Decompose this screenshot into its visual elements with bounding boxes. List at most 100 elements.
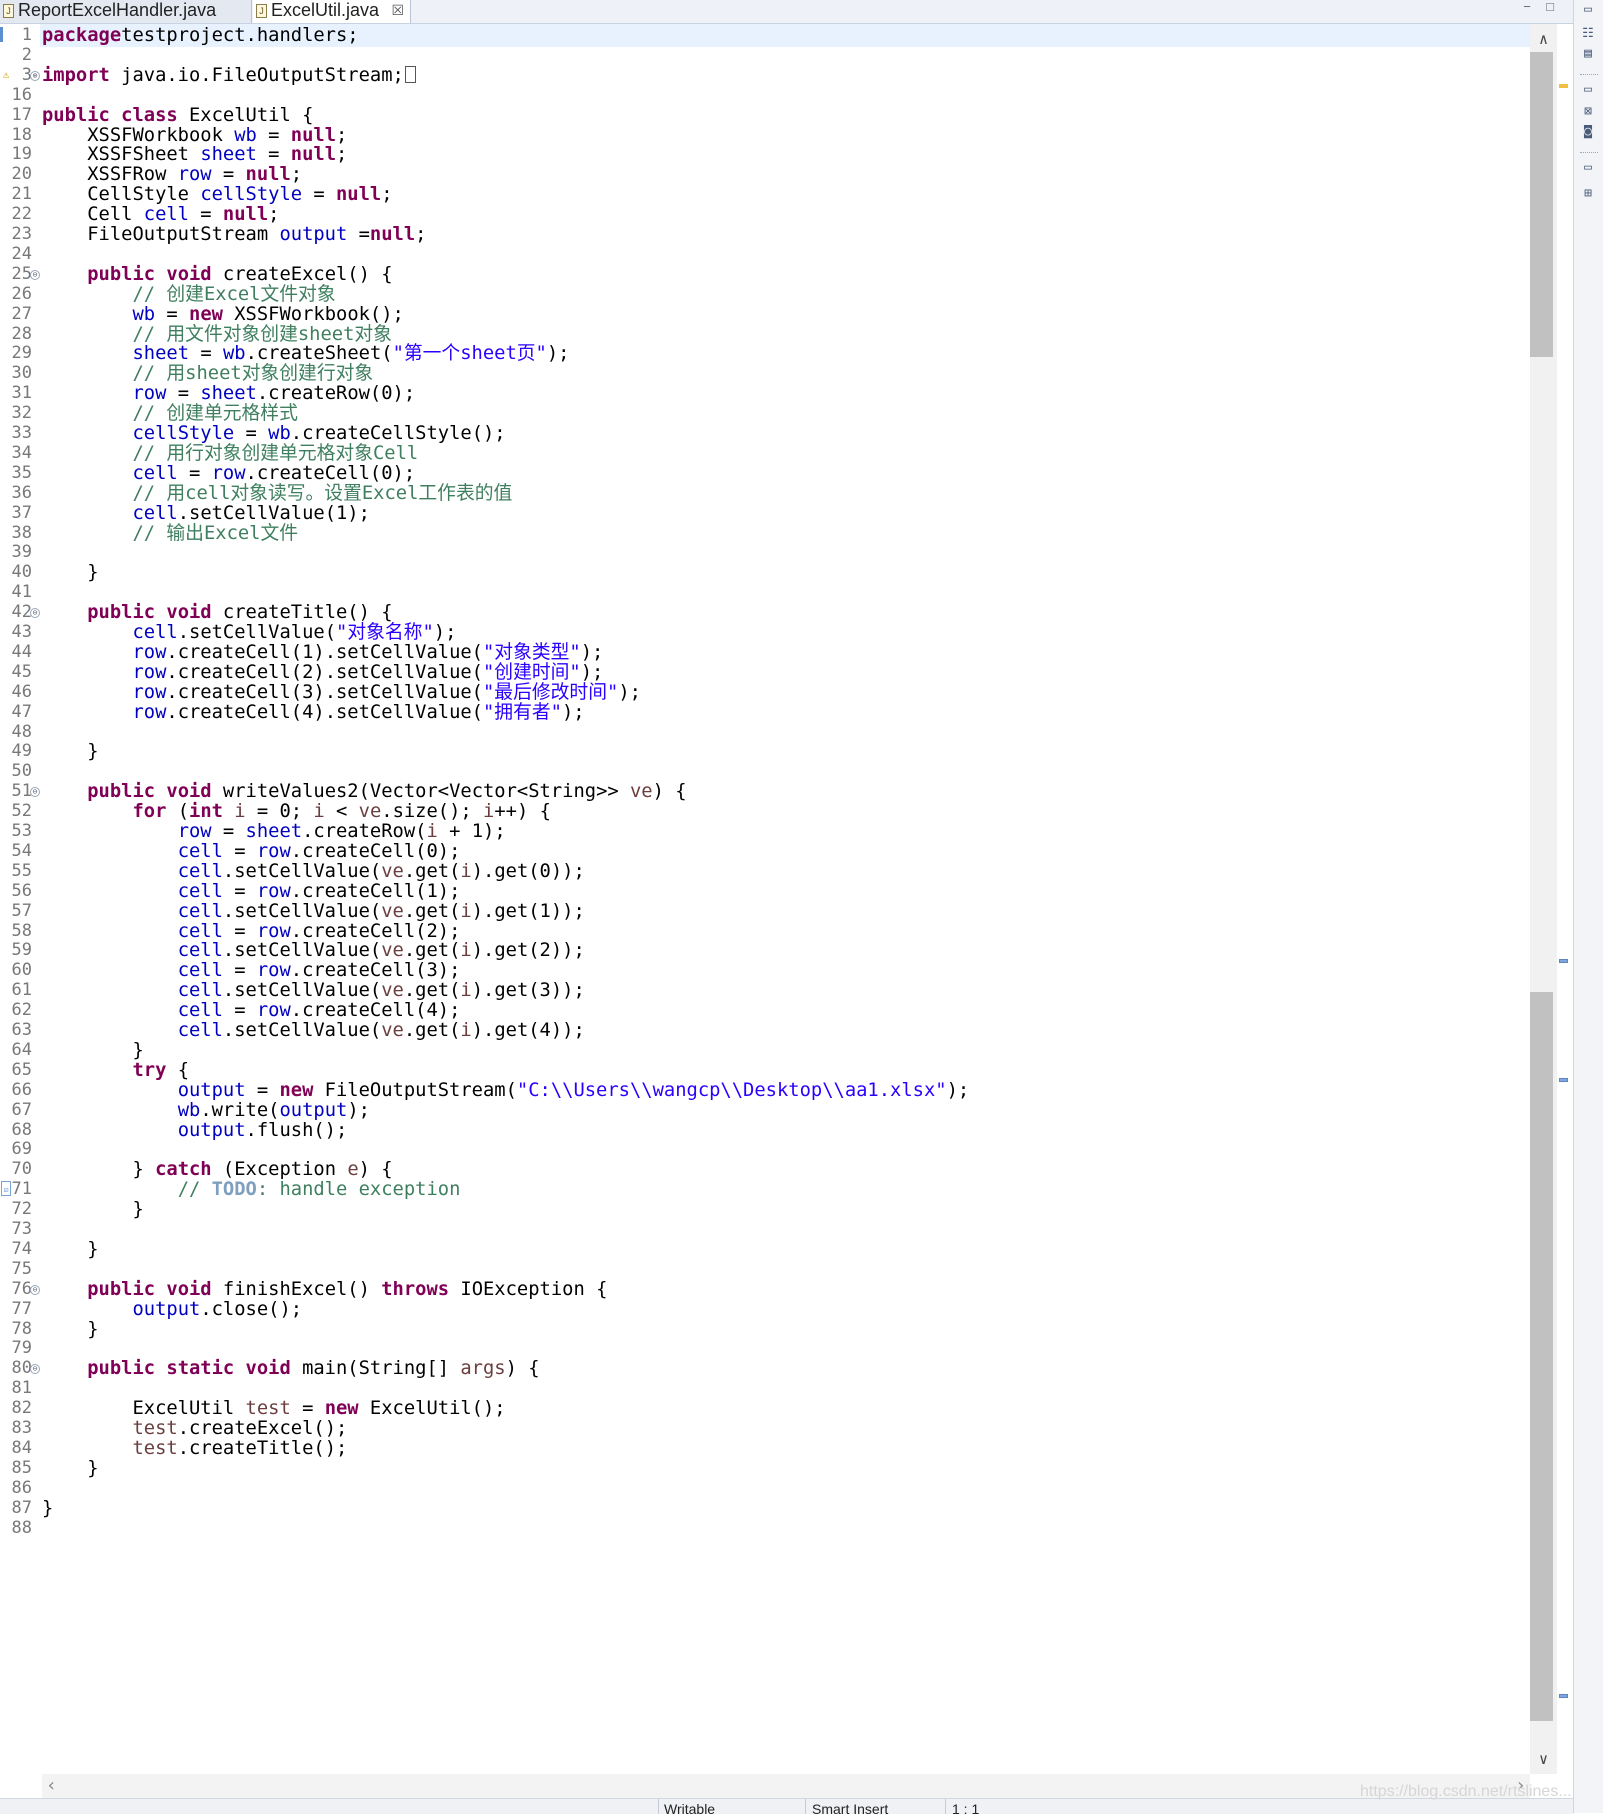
- status-insert-mode[interactable]: Smart Insert: [812, 1800, 888, 1814]
- field: row: [256, 880, 291, 902]
- horizontal-scrollbar[interactable]: ‹ ›: [42, 1774, 1530, 1798]
- outline-icon[interactable]: ☷: [1580, 26, 1596, 42]
- local-variable: i: [313, 801, 325, 823]
- status-writable: Writable: [664, 1801, 716, 1814]
- code-text: ;: [336, 144, 348, 166]
- problems-icon[interactable]: ⊠: [1580, 104, 1596, 120]
- tab-excel-util[interactable]: J ExcelUtil.java ☒: [253, 0, 411, 23]
- fold-collapse-icon[interactable]: ⊖: [30, 787, 40, 798]
- scroll-down-icon[interactable]: ∨: [1530, 1750, 1557, 1768]
- field: cell: [177, 840, 223, 862]
- code-text: ExcelUtil: [42, 1398, 246, 1420]
- code-text: .createCell(2).setCellValue(: [166, 661, 483, 683]
- minimize-icon[interactable]: ▭: [1580, 82, 1596, 98]
- code-line[interactable]: }: [42, 740, 99, 763]
- code-text: );: [347, 1099, 370, 1121]
- minimize-icon[interactable]: ▭: [1580, 2, 1596, 18]
- code-text: );: [580, 661, 604, 683]
- fold-expand-icon[interactable]: ⊕: [30, 70, 40, 81]
- code-text: }: [42, 1318, 99, 1340]
- code-text: ) {: [358, 1159, 393, 1181]
- fold-collapse-icon[interactable]: ⊖: [30, 1284, 40, 1295]
- tab-report-excel-handler[interactable]: J ReportExcelHandler.java: [0, 0, 252, 23]
- code-text: <: [324, 801, 359, 823]
- code-text: .createRow(: [302, 821, 427, 842]
- keyword: public void: [87, 263, 212, 285]
- code-text: );: [561, 701, 585, 723]
- code-text: }: [42, 1199, 144, 1221]
- comment: // 用行对象创建单元格对象Cell: [132, 442, 419, 464]
- code-line[interactable]: public static void main(String[] args) {: [42, 1357, 539, 1380]
- code-text: .setCellValue(: [222, 900, 382, 922]
- code-line[interactable]: FileOutputStream output =null;: [42, 223, 426, 246]
- code-line[interactable]: }: [42, 561, 99, 584]
- occurrence-marker[interactable]: [1559, 1077, 1568, 1082]
- code-text: }: [42, 741, 99, 763]
- field: output: [132, 1298, 201, 1320]
- field: row: [132, 383, 167, 405]
- code-line[interactable]: row.createCell(4).setCellValue("拥有者");: [42, 701, 585, 724]
- occurrence-marker[interactable]: [1559, 958, 1568, 963]
- keyword: null: [369, 224, 416, 245]
- console-icon[interactable]: ◙: [1580, 124, 1596, 140]
- minimize-icon[interactable]: −: [1520, 0, 1534, 15]
- vertical-scrollbar[interactable]: ∧ ∨: [1530, 24, 1557, 1774]
- tab-label: ReportExcelHandler.java: [18, 0, 217, 20]
- occurrence-marker[interactable]: [1559, 1694, 1568, 1699]
- scroll-up-icon[interactable]: ∧: [1530, 30, 1557, 48]
- warning-marker[interactable]: [1559, 83, 1568, 88]
- code-text: =: [177, 462, 212, 484]
- minimize-icon[interactable]: ▭: [1580, 160, 1596, 176]
- code-line[interactable]: }: [42, 1457, 98, 1480]
- code-text: .createCell(0);: [290, 840, 461, 862]
- scroll-left-icon[interactable]: ‹: [46, 1774, 62, 1798]
- fold-collapse-icon[interactable]: ⊖: [30, 269, 40, 280]
- keyword: new: [279, 1079, 314, 1101]
- code-text: =: [347, 224, 370, 245]
- code-text: ).get(0));: [471, 860, 585, 882]
- scroll-thumb-lower[interactable]: [1530, 992, 1553, 1721]
- code-editor[interactable]: 1 2 3 ⊕ ⚠ 16 17 18 19 20 21 22 23 24 25 ⊖ 26 27 28 29 30 31 32…: [0, 24, 1530, 1774]
- code-line[interactable]: }: [42, 1318, 99, 1341]
- local-variable: args: [460, 1358, 506, 1380]
- code-line[interactable]: }: [42, 1497, 53, 1520]
- code-line[interactable]: // 输出Excel文件: [42, 522, 298, 545]
- code-line[interactable]: packagetestproject.handlers;: [42, 24, 359, 47]
- code-text: ) {: [652, 781, 687, 803]
- code-text: }: [42, 562, 99, 584]
- comment: // 输出Excel文件: [132, 522, 299, 544]
- code-text: {: [166, 1059, 190, 1081]
- maximize-icon[interactable]: □: [1543, 0, 1557, 15]
- code-text: .setCellValue(1);: [177, 502, 370, 524]
- code-text: =: [211, 164, 246, 186]
- code-text: java.io.FileOutputStream;: [109, 64, 404, 86]
- code-line[interactable]: import java.io.FileOutputStream;: [42, 64, 416, 87]
- code-text: =: [245, 1079, 280, 1101]
- code-text: .setCellValue(: [222, 980, 382, 1002]
- code-text: .createCell(3).setCellValue(: [166, 681, 483, 703]
- field: row: [132, 661, 167, 683]
- fold-collapse-icon[interactable]: ⊖: [30, 608, 40, 619]
- overview-ruler[interactable]: [1557, 24, 1571, 1774]
- field: cell: [177, 880, 223, 902]
- servers-icon[interactable]: ⊞: [1580, 186, 1596, 202]
- collapsed-imports-icon[interactable]: [404, 65, 416, 83]
- fold-collapse-icon[interactable]: ⊖: [30, 1364, 40, 1375]
- local-variable: i: [483, 801, 495, 823]
- scroll-thumb[interactable]: [1530, 52, 1553, 357]
- close-icon[interactable]: ☒: [391, 0, 404, 21]
- code-line[interactable]: output.flush();: [42, 1119, 348, 1142]
- task-list-icon[interactable]: ▤: [1580, 46, 1596, 62]
- code-text: =: [222, 880, 257, 902]
- field: cell: [177, 920, 223, 942]
- code-line[interactable]: }: [42, 1238, 98, 1261]
- code-line[interactable]: }: [42, 1198, 144, 1221]
- code-text: XSSFWorkbook();: [222, 303, 404, 325]
